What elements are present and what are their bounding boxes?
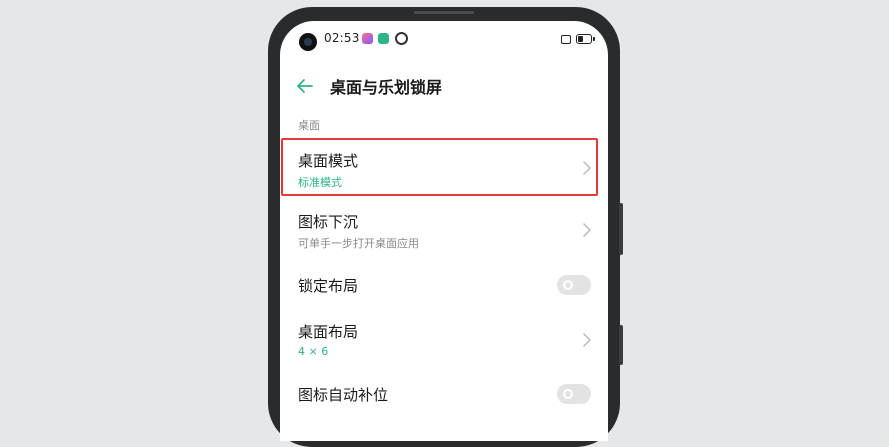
screenshot-icon (561, 35, 571, 44)
battery-icon (576, 34, 595, 44)
toggle-knob (563, 389, 573, 399)
page-title: 桌面与乐划锁屏 (330, 78, 443, 97)
front-camera (299, 33, 317, 51)
setting-row-icon-auto-fill: 图标自动补位 (280, 379, 608, 415)
setting-row-desktop-layout[interactable]: 桌面布局 4 × 6 (280, 315, 608, 373)
setting-title: 锁定布局 (298, 277, 359, 295)
section-label: 桌面 (298, 119, 320, 132)
status-time: 02:53 (324, 31, 360, 45)
setting-row-lock-layout: 锁定布局 (280, 267, 608, 303)
location-icon (395, 32, 408, 45)
setting-title: 图标下沉 (298, 213, 359, 231)
setting-title: 桌面布局 (298, 323, 359, 341)
page-header: 桌面与乐划锁屏 (280, 73, 608, 103)
app-notification-icon (378, 33, 389, 44)
app-notification-icon (362, 33, 373, 44)
volume-button (619, 203, 623, 255)
highlight-annotation (281, 138, 598, 196)
icon-auto-fill-toggle[interactable] (557, 384, 591, 404)
phone-screen: 02:53 桌面与乐划锁屏 桌面 桌面模式 标准模式 图标下沉 可单手一步打开桌… (280, 21, 608, 441)
power-button (619, 325, 623, 365)
speaker-grille (414, 11, 474, 14)
setting-description: 可单手一步打开桌面应用 (298, 237, 419, 250)
setting-row-icon-sink[interactable]: 图标下沉 可单手一步打开桌面应用 (280, 205, 608, 263)
setting-value: 4 × 6 (298, 345, 329, 358)
back-arrow-icon[interactable] (295, 76, 315, 96)
lock-layout-toggle[interactable] (557, 275, 591, 295)
chevron-right-icon (583, 223, 591, 237)
setting-title: 图标自动补位 (298, 386, 389, 404)
chevron-right-icon (583, 333, 591, 347)
status-bar: 02:53 (280, 21, 608, 61)
toggle-knob (563, 280, 573, 290)
